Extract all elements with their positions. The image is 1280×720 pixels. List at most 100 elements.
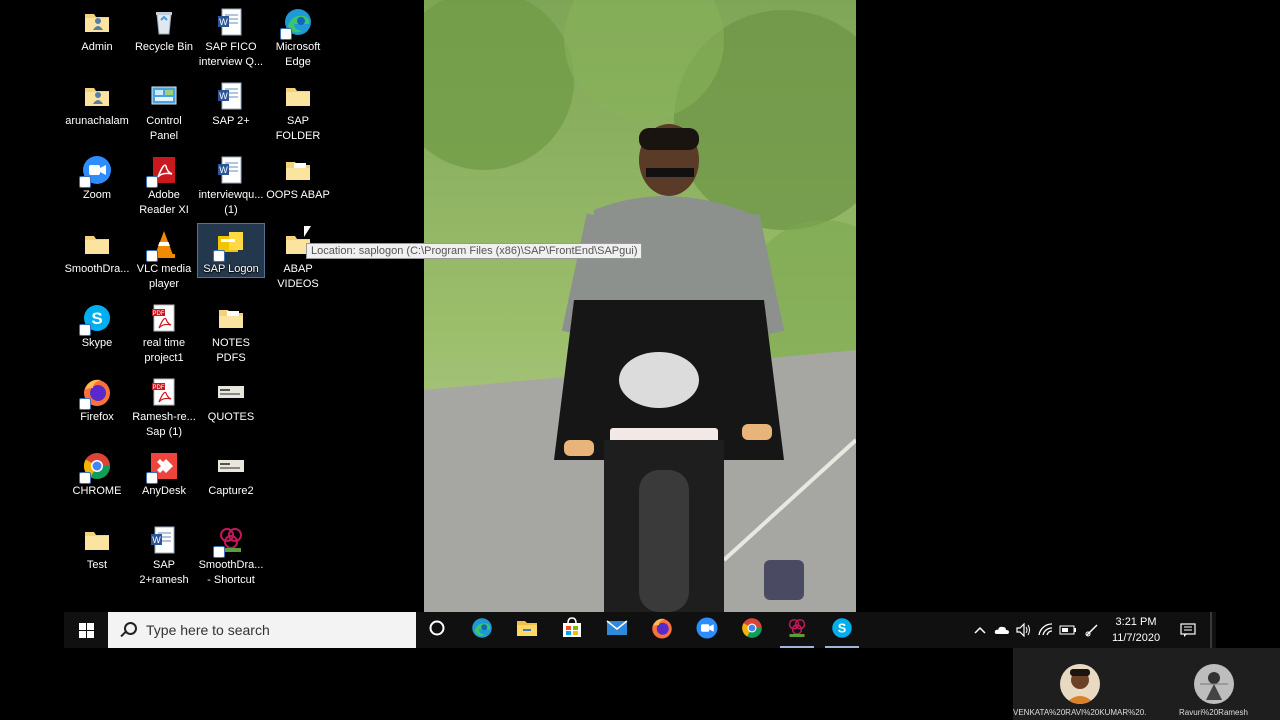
desktop-icon[interactable]: Admin: [64, 2, 130, 55]
desktop-icon[interactable]: SAP Logon: [197, 223, 265, 278]
desktop-icon-label: Zoom: [82, 189, 112, 201]
desktop-icon[interactable]: PDF real time project1: [131, 298, 197, 366]
onedrive-cloud-icon[interactable]: [992, 612, 1012, 648]
desktop-icon[interactable]: Adobe Reader XI: [131, 150, 197, 218]
desktop-icon[interactable]: SAP FOLDER: [265, 76, 331, 144]
desktop-icon-label: SAP 2+ramesh: [139, 559, 189, 586]
desktop-icon-label: ABAP VIDEOS: [277, 263, 319, 290]
participant-tile[interactable]: VENKATA%20RAVI%20KUMAR%20...: [1013, 648, 1146, 720]
sap-logon-icon: [213, 228, 247, 262]
taskbar-app-firefox[interactable]: [641, 612, 683, 648]
desktop-icon[interactable]: SmoothDra...: [64, 224, 130, 277]
folder-icon: [81, 228, 113, 260]
desktop-icon-label: SAP FICO interview Q...: [198, 41, 264, 68]
pen-workspace-icon[interactable]: [1082, 612, 1102, 648]
desktop-icon[interactable]: NOTES PDFS: [198, 298, 264, 366]
edge-icon: [280, 6, 314, 40]
taskbar-app-skype[interactable]: S: [821, 612, 863, 648]
taskbar-app-chrome[interactable]: [731, 612, 773, 648]
desktop-icon[interactable]: Zoom: [64, 150, 130, 203]
smoothdraw-icon: [785, 616, 809, 645]
folder-user-icon: [81, 6, 113, 38]
desktop-icon[interactable]: S Skype: [64, 298, 130, 351]
desktop-icon[interactable]: Recycle Bin: [131, 2, 197, 55]
desktop-icon[interactable]: PDF Ramesh-re... Sap (1): [131, 372, 197, 440]
clock-time: 3:21 PM: [1115, 616, 1157, 628]
wallpaper-photo: [424, 0, 856, 612]
desktop-icon[interactable]: Winterviewqu... (1): [198, 150, 264, 218]
folder-user-icon: [81, 80, 113, 112]
desktop-icon-label: Skype: [81, 337, 113, 349]
mail-icon: [605, 616, 629, 645]
file-explorer-icon: [515, 616, 539, 645]
desktop-icon-label: AnyDesk: [141, 485, 187, 497]
anydesk-icon: [146, 450, 180, 484]
desktop-icon[interactable]: CHROME: [64, 446, 130, 499]
taskbar-app-edge[interactable]: [461, 612, 503, 648]
desktop: Admin Recycle Bin W SAP FICO interview Q...…: [64, 0, 1216, 612]
word-document-icon: W: [215, 80, 247, 112]
desktop-icon[interactable]: W SAP 2+: [198, 76, 264, 129]
desktop-icon[interactable]: SmoothDra... - Shortcut: [198, 520, 264, 588]
desktop-icon[interactable]: W SAP FICO interview Q...: [198, 2, 264, 70]
desktop-icon[interactable]: QUOTES: [198, 372, 264, 425]
svg-text:W: W: [219, 17, 228, 27]
firefox-icon: [79, 376, 113, 410]
taskbar-app-zoom[interactable]: [686, 612, 728, 648]
desktop-icon-label: VLC media player: [136, 263, 192, 290]
desktop-icon-label: CHROME: [72, 485, 122, 497]
desktop-icon[interactable]: Control Panel: [131, 76, 197, 144]
meeting-participants-panel: VENKATA%20RAVI%20KUMAR%20... Ravuri%20Ra…: [1013, 648, 1280, 720]
skype-icon: S: [79, 302, 113, 336]
desktop-icon-label: Admin: [81, 41, 113, 53]
desktop-icon-label: QUOTES: [207, 411, 255, 423]
taskbar: S 3:21 PM 11/7/2020: [64, 612, 1216, 648]
participant-name: Ravuri%20Ramesh: [1179, 708, 1248, 717]
taskbar-app-smoothdraw[interactable]: [776, 612, 818, 648]
desktop-icon[interactable]: VLC media player: [131, 224, 197, 292]
taskbar-clock[interactable]: 3:21 PM 11/7/2020: [1106, 614, 1166, 646]
desktop-icon[interactable]: Firefox: [64, 372, 130, 425]
taskbar-search-box[interactable]: [108, 612, 416, 648]
notifications-icon[interactable]: [1174, 612, 1202, 648]
taskbar-app-store[interactable]: [551, 612, 593, 648]
desktop-icon-label: Adobe Reader XI: [139, 189, 189, 216]
desktop-icon-label: Ramesh-re... Sap (1): [132, 411, 196, 438]
desktop-icon[interactable]: AnyDesk: [131, 446, 197, 499]
word-document-icon: W: [148, 524, 180, 556]
search-input[interactable]: [144, 621, 388, 639]
participant-tile[interactable]: Ravuri%20Ramesh: [1147, 648, 1280, 720]
desktop-icon[interactable]: OOPS ABAP: [265, 150, 331, 203]
desktop-icon[interactable]: arunachalam: [64, 76, 130, 129]
desktop-icon-label: Recycle Bin: [134, 41, 194, 53]
desktop-icon-label: Control Panel: [146, 115, 182, 142]
participant-avatar: [1193, 664, 1234, 704]
taskbar-app-mail[interactable]: [596, 612, 638, 648]
desktop-icon[interactable]: Test: [64, 520, 130, 573]
taskbar-app-file-explorer[interactable]: [506, 612, 548, 648]
image-file-icon: [215, 450, 247, 482]
chrome-icon: [740, 616, 764, 645]
svg-text:S: S: [838, 620, 847, 635]
store-icon: [560, 616, 584, 645]
chrome-icon: [79, 450, 113, 484]
desktop-icon-label: real time project1: [142, 337, 186, 364]
wifi-icon[interactable]: [1036, 612, 1056, 648]
desktop-icon[interactable]: Capture2: [198, 446, 264, 499]
folder-icon: [282, 80, 314, 112]
desktop-icon-label: Test: [86, 559, 108, 571]
show-hidden-icons-icon[interactable]: [970, 612, 990, 648]
volume-icon[interactable]: [1014, 612, 1034, 648]
desktop-icon[interactable]: W SAP 2+ramesh: [131, 520, 197, 588]
image-file-icon: [215, 376, 247, 408]
word-document-icon: W: [215, 154, 247, 186]
show-desktop-button[interactable]: [1210, 612, 1212, 648]
taskbar-app-cortana[interactable]: [416, 612, 458, 648]
desktop-icon[interactable]: Microsoft Edge: [265, 2, 331, 70]
battery-icon[interactable]: [1058, 612, 1078, 648]
desktop-icon-label: OOPS ABAP: [266, 189, 330, 201]
start-button[interactable]: [64, 612, 108, 648]
desktop-icon-label: SmoothDra... - Shortcut: [198, 559, 264, 586]
zoom-icon: [79, 154, 113, 188]
vlc-icon: [146, 228, 180, 262]
